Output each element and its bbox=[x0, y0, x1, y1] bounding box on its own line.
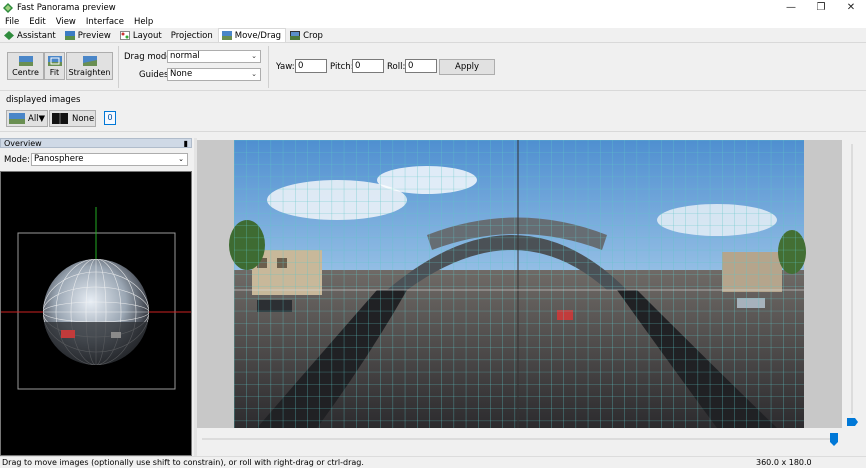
drag-mode-value: normal bbox=[170, 51, 200, 61]
pin-icon[interactable]: ▮ bbox=[184, 139, 188, 148]
toolbar-separator bbox=[118, 46, 119, 88]
move-drag-panel: Centre Fit Straighten Drag mode: normal … bbox=[0, 43, 866, 91]
overview-mode-label: Mode: bbox=[4, 155, 31, 165]
chevron-down-icon: ⌄ bbox=[178, 155, 184, 163]
tab-bar: Assistant Preview Layout Projection Move… bbox=[0, 28, 866, 43]
vertical-slider-thumb bbox=[847, 418, 858, 426]
displayed-images-label: displayed images bbox=[6, 95, 81, 105]
crop-icon bbox=[290, 31, 301, 40]
straighten-button[interactable]: Straighten bbox=[66, 52, 113, 80]
assistant-icon bbox=[4, 31, 14, 40]
straighten-label: Straighten bbox=[68, 67, 111, 77]
panorama-preview bbox=[229, 140, 806, 428]
roll-input[interactable]: 0 bbox=[405, 59, 437, 73]
vertical-slider-track bbox=[847, 144, 858, 426]
horizontal-slider[interactable] bbox=[200, 432, 840, 446]
tab-label: Layout bbox=[132, 30, 162, 41]
apply-button[interactable]: Apply bbox=[439, 59, 495, 75]
panosphere-canvas[interactable] bbox=[0, 171, 192, 456]
title-bar: Fast Panorama preview — ❐ ✕ bbox=[0, 0, 866, 15]
field-of-view: 360.0 x 180.0 bbox=[756, 458, 812, 467]
drag-mode-select[interactable]: normal ⌄ bbox=[167, 50, 261, 63]
toolbar-separator bbox=[268, 46, 269, 88]
menu-file[interactable]: File bbox=[0, 17, 24, 27]
guides-value: None bbox=[170, 69, 193, 79]
close-button[interactable]: ✕ bbox=[836, 0, 866, 15]
vertical-slider[interactable] bbox=[846, 142, 858, 432]
layout-icon bbox=[119, 31, 130, 40]
overview-mode-select[interactable]: Panosphere ⌄ bbox=[31, 153, 188, 166]
show-all-label: All▼ bbox=[28, 113, 46, 124]
yaw-label: Yaw: bbox=[276, 62, 295, 72]
centre-icon bbox=[18, 55, 33, 66]
menu-edit[interactable]: Edit bbox=[24, 17, 50, 27]
overview-title: Overview bbox=[4, 138, 42, 148]
tab-label: Crop bbox=[303, 30, 323, 41]
minimize-button[interactable]: — bbox=[776, 0, 806, 15]
yaw-input[interactable]: 0 bbox=[295, 59, 327, 73]
image-0-toggle[interactable]: 0 bbox=[104, 111, 116, 125]
fit-label: Fit bbox=[49, 67, 60, 77]
chevron-down-icon: ⌄ bbox=[251, 52, 257, 60]
tab-label: Projection bbox=[170, 30, 213, 41]
fit-button[interactable]: Fit bbox=[44, 52, 65, 80]
tab-label: Preview bbox=[77, 30, 111, 41]
preview-canvas[interactable] bbox=[197, 140, 842, 428]
horizontal-slider-thumb bbox=[830, 433, 838, 446]
horizontal-slider-track bbox=[202, 433, 838, 446]
preview-icon bbox=[64, 31, 75, 40]
tab-projection[interactable]: Projection bbox=[167, 28, 218, 42]
move-drag-icon bbox=[221, 31, 232, 40]
displayed-images-panel: displayed images All▼ None 0 bbox=[0, 92, 866, 132]
no-images-icon bbox=[52, 113, 68, 124]
centre-label: Centre bbox=[12, 67, 39, 77]
menu-interface[interactable]: Interface bbox=[81, 17, 129, 27]
overview-panel: Overview ▮ Mode: Panosphere ⌄ bbox=[0, 138, 192, 456]
panosphere-view bbox=[1, 207, 191, 390]
all-images-icon bbox=[9, 113, 25, 124]
chevron-down-icon: ⌄ bbox=[251, 70, 257, 78]
pitch-label: Pitch: bbox=[330, 62, 354, 72]
status-message: Drag to move images (optionally use shif… bbox=[2, 458, 364, 467]
menu-help[interactable]: Help bbox=[129, 17, 158, 27]
menu-bar: File Edit View Interface Help bbox=[0, 15, 866, 28]
roll-label: Roll: bbox=[387, 62, 406, 72]
tab-move-drag[interactable]: Move/Drag bbox=[217, 28, 287, 42]
tab-label: Assistant bbox=[17, 30, 56, 41]
overview-header: Overview ▮ bbox=[0, 138, 192, 148]
tab-layout[interactable]: Layout bbox=[116, 28, 167, 42]
window-title: Fast Panorama preview bbox=[17, 2, 116, 13]
guides-select[interactable]: None ⌄ bbox=[167, 68, 261, 81]
menu-view[interactable]: View bbox=[51, 17, 81, 27]
fit-icon bbox=[47, 55, 62, 66]
show-all-button[interactable]: All▼ bbox=[6, 110, 48, 127]
tab-preview[interactable]: Preview bbox=[61, 28, 116, 42]
tab-crop[interactable]: Crop bbox=[286, 28, 328, 42]
status-bar: Drag to move images (optionally use shif… bbox=[0, 456, 866, 468]
straighten-icon bbox=[82, 55, 97, 66]
show-none-label: None bbox=[72, 113, 95, 124]
pitch-input[interactable]: 0 bbox=[352, 59, 384, 73]
tab-assistant[interactable]: Assistant bbox=[0, 28, 61, 42]
centre-button[interactable]: Centre bbox=[7, 52, 44, 80]
app-logo-icon bbox=[3, 2, 13, 13]
overview-mode-value: Panosphere bbox=[34, 154, 84, 164]
show-none-button[interactable]: None bbox=[49, 110, 96, 127]
tab-label: Move/Drag bbox=[234, 30, 282, 41]
maximize-button[interactable]: ❐ bbox=[806, 0, 836, 15]
